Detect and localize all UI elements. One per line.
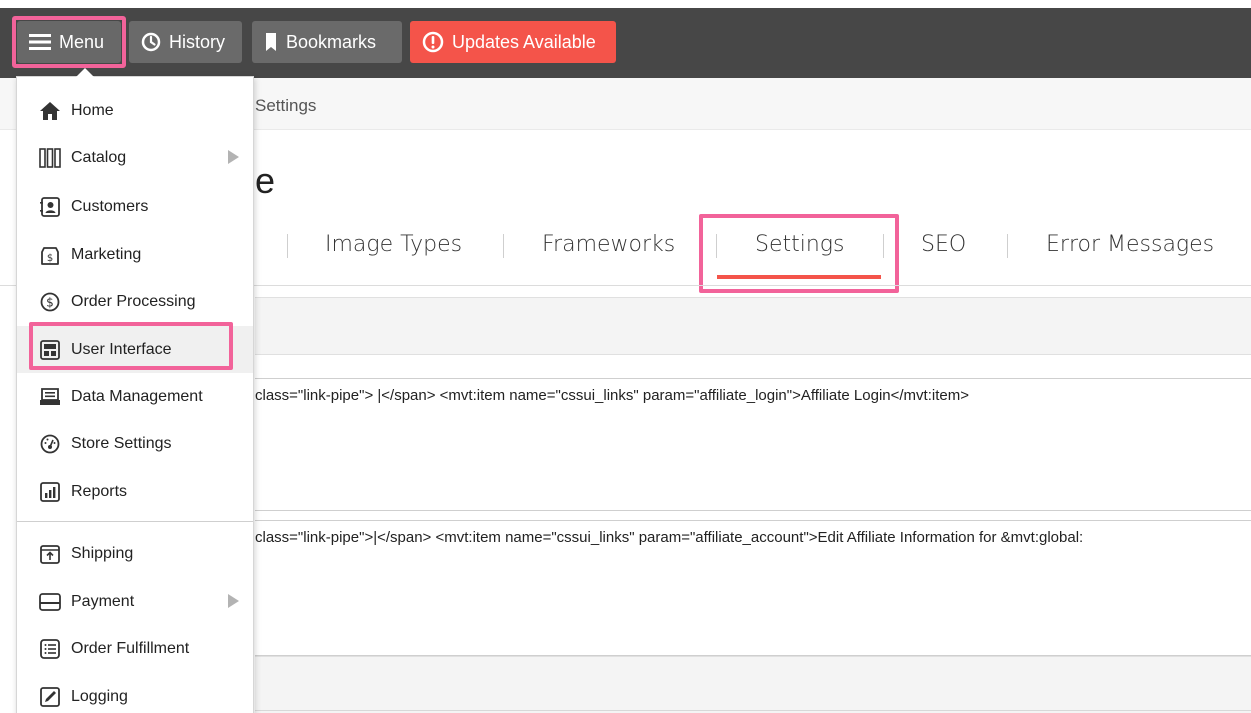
tab-error-messages[interactable]: Error Messages xyxy=(1046,232,1214,257)
order-fulfillment-icon xyxy=(40,638,60,659)
customers-icon xyxy=(40,196,60,217)
menu-button-label: Menu xyxy=(59,31,105,52)
reports-icon xyxy=(40,481,60,502)
menu-item-logging[interactable]: Logging xyxy=(17,673,253,713)
menu-item-order-fulfillment[interactable]: Order Fulfillment xyxy=(17,625,253,672)
breadcrumb[interactable]: Settings xyxy=(255,96,316,116)
menu-item-catalog[interactable]: Catalog xyxy=(17,134,253,181)
menu-item-label: Logging xyxy=(71,687,128,705)
bookmarks-button[interactable]: Bookmarks xyxy=(252,21,402,63)
catalog-icon xyxy=(39,147,61,168)
menu-item-label: Order Fulfillment xyxy=(71,639,190,657)
tab-separator xyxy=(883,234,884,258)
home-icon xyxy=(40,101,60,120)
tab-image-types[interactable]: Image Types xyxy=(325,232,462,257)
tab-separator xyxy=(716,234,717,258)
store-settings-icon xyxy=(40,434,60,453)
section-header xyxy=(255,297,1251,355)
menu-item-payment[interactable]: Payment xyxy=(17,578,253,625)
menu-button[interactable]: Menu xyxy=(17,21,121,63)
code-text: class="link-pipe">|</span> <mvt:item nam… xyxy=(255,529,1084,546)
menu-separator xyxy=(17,521,253,522)
top-bar: Menu History Bookmarks Updates Available xyxy=(0,0,1251,78)
code-textarea-affiliate-login[interactable]: class="link-pipe"> |</span> <mvt:item na… xyxy=(255,378,1251,511)
user-interface-icon xyxy=(40,339,60,360)
shipping-icon xyxy=(40,544,60,564)
menu-item-label: Customers xyxy=(71,197,149,215)
menu-item-label: User Interface xyxy=(71,340,172,358)
menu-item-reports[interactable]: Reports xyxy=(17,468,253,515)
code-text: class="link-pipe"> |</span> <mvt:item na… xyxy=(255,387,969,404)
menu-item-label: Marketing xyxy=(71,245,142,263)
menu-item-marketing[interactable]: $ Marketing xyxy=(17,231,253,278)
history-button[interactable]: History xyxy=(129,21,242,63)
payment-icon xyxy=(39,592,61,611)
tab-separator xyxy=(1007,234,1008,258)
marketing-icon: $ xyxy=(41,246,59,265)
logging-icon xyxy=(40,686,60,707)
clock-icon xyxy=(141,32,161,52)
tab-separator xyxy=(503,234,504,258)
svg-text:$: $ xyxy=(47,253,53,264)
section-footer xyxy=(255,656,1251,713)
menu-item-label: Store Settings xyxy=(71,434,172,452)
menu-item-label: Home xyxy=(71,101,114,119)
data-management-icon xyxy=(40,387,60,405)
menu-item-customers[interactable]: Customers xyxy=(17,183,253,230)
menu-item-store-settings[interactable]: Store Settings xyxy=(17,420,253,467)
page-title: e xyxy=(255,160,276,201)
menu-item-label: Order Processing xyxy=(71,292,196,310)
menu-item-label: Reports xyxy=(71,482,128,500)
tab-seo[interactable]: SEO xyxy=(921,232,966,257)
alert-icon xyxy=(422,31,444,53)
menu-item-shipping[interactable]: Shipping xyxy=(17,530,253,577)
tab-separator xyxy=(287,234,288,258)
updates-available-button[interactable]: Updates Available xyxy=(410,21,616,63)
menu-item-label: Shipping xyxy=(71,544,134,562)
menu-item-user-interface[interactable]: User Interface xyxy=(17,326,253,373)
history-button-label: History xyxy=(169,31,226,52)
submenu-arrow-icon xyxy=(228,594,239,608)
menu-item-data-management[interactable]: Data Management xyxy=(17,373,253,420)
code-textarea-affiliate-account[interactable]: class="link-pipe">|</span> <mvt:item nam… xyxy=(255,520,1251,656)
menu-item-label: Payment xyxy=(71,592,135,610)
submenu-arrow-icon xyxy=(228,150,239,164)
tab-bar: Image Types Frameworks Settings SEO Erro… xyxy=(255,220,1251,276)
updates-button-label: Updates Available xyxy=(452,31,596,52)
hamburger-icon xyxy=(29,34,51,50)
menu-item-order-processing[interactable]: $ Order Processing xyxy=(17,278,253,325)
bookmark-icon xyxy=(266,33,276,51)
svg-text:$: $ xyxy=(46,295,54,309)
order-processing-icon: $ xyxy=(40,292,60,311)
active-tab-indicator xyxy=(717,275,881,279)
tab-frameworks[interactable]: Frameworks xyxy=(542,232,675,257)
main-menu-dropdown: Home Catalog Customers $ Marketing $ Ord… xyxy=(16,76,254,713)
tab-settings[interactable]: Settings xyxy=(755,232,844,257)
dropdown-caret xyxy=(76,68,94,77)
bottom-divider xyxy=(255,710,1251,711)
menu-item-home[interactable]: Home xyxy=(17,87,253,134)
bookmarks-button-label: Bookmarks xyxy=(286,31,377,52)
menu-item-label: Catalog xyxy=(71,148,127,166)
menu-item-label: Data Management xyxy=(71,387,203,405)
